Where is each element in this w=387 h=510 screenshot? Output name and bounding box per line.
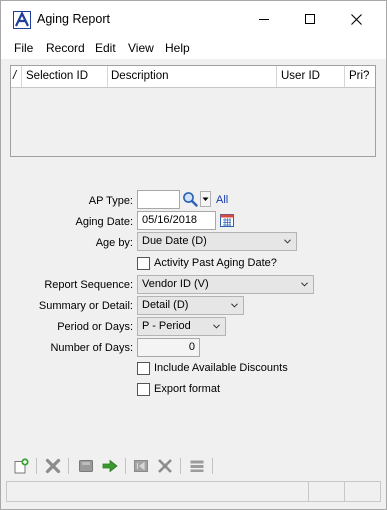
toolbar-separator (36, 458, 37, 474)
aging-report-window: Aging Report File Record Edit View Help … (0, 0, 387, 510)
lookup-search-icon[interactable] (182, 191, 198, 207)
collapse-icon[interactable] (156, 457, 174, 475)
aging-date-input[interactable]: 05/16/2018 (137, 211, 216, 230)
menu-file[interactable]: File (14, 41, 33, 55)
export-format-label: Export format (154, 383, 221, 395)
chevron-down-icon (284, 239, 291, 244)
period-days-value: P - Period (142, 320, 191, 332)
aging-date-label: Aging Date: (75, 216, 133, 228)
window-title: Aging Report (37, 12, 110, 26)
chevron-down-icon (231, 303, 238, 308)
column-header-pri[interactable]: Pri? (345, 66, 375, 87)
column-header-description[interactable]: Description (108, 66, 277, 87)
number-of-days-input[interactable]: 0 (137, 338, 200, 357)
activity-past-label: Activity Past Aging Date? (154, 257, 277, 269)
ap-type-all-link[interactable]: All (216, 194, 228, 206)
period-days-select[interactable]: P - Period (137, 317, 226, 336)
column-header-selection-id[interactable]: Selection ID (22, 66, 108, 87)
toolbar-separator (125, 458, 126, 474)
ap-type-input[interactable] (137, 190, 180, 209)
menu-bar: File Record Edit View Help (1, 37, 386, 59)
summary-detail-value: Detail (D) (142, 299, 189, 311)
save-icon[interactable] (77, 457, 95, 475)
menu-record[interactable]: Record (46, 41, 85, 55)
toolbar-separator (212, 458, 213, 474)
minimize-button[interactable] (241, 1, 287, 37)
age-by-value: Due Date (D) (142, 235, 207, 247)
period-days-label: Period or Days: (57, 321, 133, 333)
grid-header: / Selection ID Description User ID Pri? (11, 66, 375, 88)
bottom-toolbar (1, 453, 386, 479)
summary-detail-select[interactable]: Detail (D) (137, 296, 244, 315)
ap-type-dropdown-button[interactable] (200, 191, 211, 207)
title-bar: Aging Report (1, 1, 386, 37)
close-icon (350, 13, 362, 25)
report-sequence-label: Report Sequence: (44, 279, 133, 291)
first-record-icon[interactable] (132, 457, 150, 475)
calendar-icon[interactable] (219, 212, 235, 228)
go-arrow-icon[interactable] (101, 457, 119, 475)
caret-down-icon (202, 197, 209, 201)
toolbar-separator (180, 458, 181, 474)
include-discounts-label: Include Available Discounts (154, 362, 288, 374)
age-by-select[interactable]: Due Date (D) (137, 232, 297, 251)
number-of-days-label: Number of Days: (50, 342, 133, 354)
menu-edit[interactable]: Edit (95, 41, 116, 55)
toolbar-separator (68, 458, 69, 474)
app-logo-icon (13, 11, 31, 29)
new-record-icon[interactable] (12, 457, 30, 475)
delete-icon[interactable] (44, 457, 62, 475)
close-button[interactable] (333, 1, 379, 37)
status-pane (344, 482, 380, 501)
column-header-user-id[interactable]: User ID (277, 66, 345, 87)
summary-detail-label: Summary or Detail: (38, 300, 133, 312)
maximize-icon (305, 14, 315, 24)
export-format-checkbox[interactable] (137, 383, 150, 396)
ap-type-label: AP Type: (88, 195, 133, 207)
column-header-marker[interactable]: / (11, 66, 22, 87)
report-sequence-select[interactable]: Vendor ID (V) (137, 275, 314, 294)
minimize-icon (259, 18, 269, 20)
chevron-down-icon (213, 324, 220, 329)
report-sequence-value: Vendor ID (V) (142, 278, 209, 290)
activity-past-checkbox[interactable] (137, 257, 150, 270)
age-by-label: Age by: (95, 237, 133, 249)
menu-view[interactable]: View (128, 41, 154, 55)
status-bar (6, 481, 381, 502)
status-pane (308, 482, 344, 501)
list-icon[interactable] (188, 457, 206, 475)
menu-help[interactable]: Help (165, 41, 190, 55)
chevron-down-icon (301, 282, 308, 287)
selection-grid[interactable]: / Selection ID Description User ID Pri? (10, 65, 376, 157)
maximize-button[interactable] (287, 1, 333, 37)
include-discounts-checkbox[interactable] (137, 362, 150, 375)
